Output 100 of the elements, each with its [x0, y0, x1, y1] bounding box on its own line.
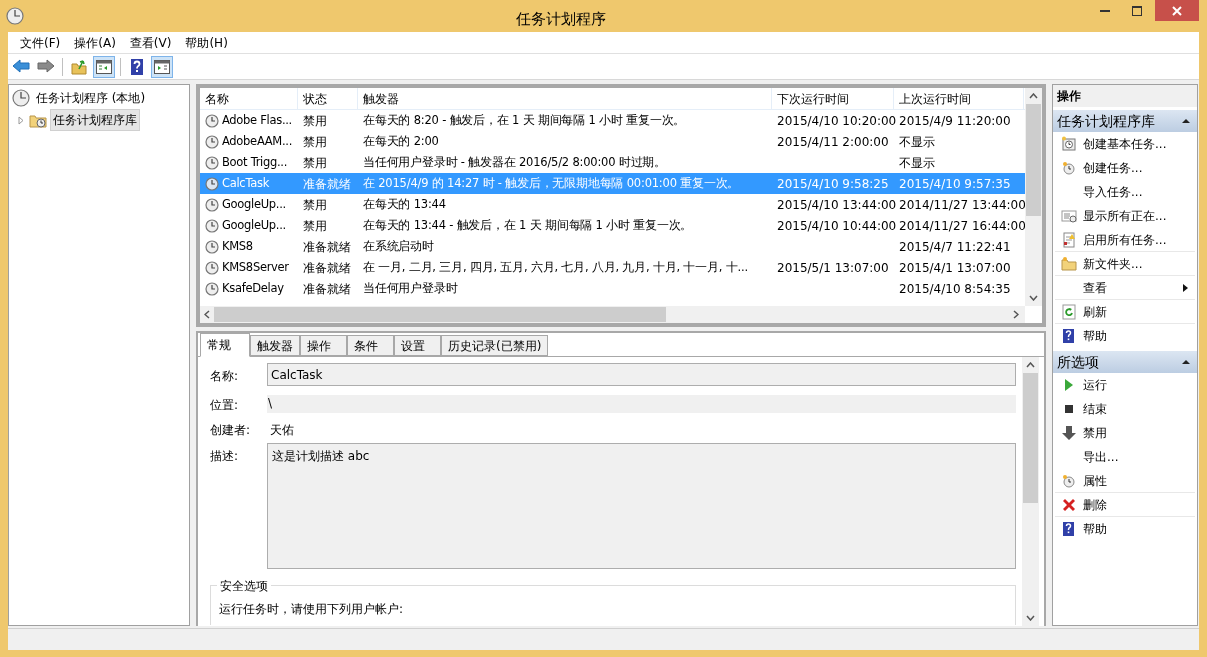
action-item[interactable]: 显示所有正在... [1055, 204, 1195, 228]
close-button[interactable] [1155, 0, 1199, 21]
name-field[interactable]: CalcTask [267, 363, 1016, 386]
action-label: 新文件夹... [1083, 255, 1144, 273]
close-icon [1172, 5, 1182, 16]
action-item[interactable]: 刷新 [1055, 300, 1195, 324]
table-cell-text: 准备就绪 [303, 259, 351, 277]
scroll-right-icon [1013, 310, 1019, 319]
task-row[interactable]: KMS8Server 准备就绪 在 一月, 二月, 三月, 四月, 五月, 六月, 七月, 八月, 九月, 十月, 十一月, 十... 2015/5/1 13:07:00 2015/4/1 13:07:00 [200, 257, 1025, 278]
column-header[interactable]: 触发器 [358, 88, 772, 109]
tab[interactable]: 触发器 [250, 335, 300, 356]
scrollbar-thumb[interactable] [1023, 373, 1038, 503]
refresh-icon [1061, 303, 1077, 320]
submenu-arrow-icon [1182, 282, 1189, 293]
tab[interactable]: 设置 [394, 335, 441, 356]
table-cell-text: 在每天的 2:00 [363, 132, 439, 150]
action-label: 创建任务... [1083, 160, 1144, 177]
action-item[interactable]: 属性 [1055, 469, 1195, 493]
toolbar-button[interactable] [93, 55, 115, 78]
action-item[interactable]: 创建基本任务... [1055, 132, 1195, 156]
action-item[interactable]: 创建任务... [1055, 156, 1195, 180]
scrollbar-thumb[interactable] [214, 307, 666, 322]
action-item[interactable]: 启用所有任务... [1055, 228, 1195, 252]
app-clock-icon [6, 7, 24, 25]
action-label: 启用所有任务... [1083, 231, 1168, 249]
scrollbar-thumb[interactable] [1026, 104, 1041, 216]
action-item[interactable]: 新文件夹... [1055, 252, 1195, 276]
vertical-scrollbar[interactable] [1025, 88, 1042, 306]
column-header[interactable]: 状态 [298, 88, 358, 109]
action-item[interactable]: 帮助 [1055, 324, 1195, 348]
table-cell-text: 在 2015/4/9 的 14:27 时 - 触发后，无限期地每隔 00:01:00 重复一次。 [363, 174, 740, 192]
task-row[interactable]: Boot Trigg... 禁用 当任何用户登录时 - 触发器在 2016/5/2 8:00:00 时过期。 不显示 [200, 152, 1025, 173]
toolbar-button[interactable] [151, 55, 173, 78]
tree-item[interactable]: 任务计划程序 (本地) [33, 87, 149, 109]
column-header[interactable]: 下次运行时间 [772, 88, 894, 109]
help-icon [1061, 521, 1077, 537]
scroll-up-icon [1026, 362, 1035, 368]
clock-icon [12, 89, 30, 107]
forward-arrow-icon [37, 57, 55, 76]
clock-icon [205, 113, 219, 128]
table-cell-text: 当任何用户登录时 - 触发器在 2016/5/2 8:00:00 时过期。 [363, 153, 666, 171]
table-cell-text: AdobeAAM... [222, 132, 293, 150]
task-row[interactable]: KMS8 准备就绪 在系统启动时 2015/4/7 11:22:41 [200, 236, 1025, 257]
menu-item[interactable]: 操作(A) [68, 31, 122, 54]
menu-item[interactable]: 帮助(H) [179, 31, 234, 54]
tree-item[interactable]: 任务计划程序库 [50, 109, 140, 131]
table-cell-text: 2015/4/10 9:57:35 [899, 175, 1011, 193]
task-row[interactable]: GoogleUp... 禁用 在每天的 13:44 - 触发后，在 1 天 期间每隔 1 小时 重复一次。 2015/4/10 10:44:00 2014/11/27 16:44:00 [200, 215, 1025, 236]
delete-icon [1061, 496, 1077, 513]
table-cell-text: 禁用 [303, 112, 327, 130]
action-label: 创建基本任务... [1083, 136, 1168, 153]
table-cell-text: 2014/11/27 16:44:00 [899, 217, 1026, 235]
section-header[interactable]: 所选项 [1053, 351, 1197, 373]
description-field[interactable]: 这是计划描述 abc [267, 443, 1016, 569]
panel-toggle-icon [95, 57, 113, 76]
action-item[interactable]: 结束 [1055, 397, 1195, 421]
action-item[interactable]: 查看 [1055, 276, 1195, 300]
table-cell-text: 2015/4/11 2:00:00 [777, 133, 889, 151]
table-cell-text: 准备就绪 [303, 175, 351, 193]
table-cell-text: KMS8Server [222, 258, 289, 276]
column-header[interactable]: 上次运行时间 [894, 88, 1024, 109]
folder-up-icon [70, 57, 88, 76]
action-item[interactable]: 删除 [1055, 493, 1195, 517]
tab[interactable]: 历史记录(已禁用) [441, 335, 549, 356]
table-cell-text: 禁用 [303, 217, 327, 235]
action-item[interactable]: 运行 [1055, 373, 1195, 397]
tab[interactable]: 条件 [347, 335, 394, 356]
horizontal-scrollbar[interactable] [200, 306, 1025, 323]
menu-item[interactable]: 文件(F) [14, 31, 67, 54]
tab[interactable]: 操作 [300, 335, 347, 356]
action-label: 属性 [1083, 472, 1108, 490]
clock-icon [205, 218, 219, 233]
security-text: 运行任务时，请使用下列用户帐户: [219, 601, 405, 618]
clock-icon [205, 155, 219, 170]
group-title: 安全选项 [217, 577, 271, 595]
table-cell-text: KMS8 [222, 237, 253, 255]
task-row[interactable]: GoogleUp... 禁用 在每天的 13:44 2015/4/10 13:44:00 2014/11/27 13:44:00 [200, 194, 1025, 215]
table-cell-text: 不显示 [899, 133, 935, 151]
table-cell-text: 准备就绪 [303, 238, 351, 256]
column-header[interactable]: 名称 [200, 88, 298, 109]
down-arrow-icon [1061, 425, 1077, 441]
section-title: 任务计划程序库 [1057, 111, 1155, 131]
section-header[interactable]: 任务计划程序库 [1053, 110, 1197, 132]
task-row[interactable]: KsafeDelay 准备就绪 当任何用户登录时 2015/4/10 8:54:35 [200, 278, 1025, 299]
action-item[interactable]: 导出... [1055, 445, 1195, 469]
task-row[interactable]: AdobeAAM... 禁用 在每天的 2:00 2015/4/11 2:00:00 不显示 [200, 131, 1025, 152]
action-item[interactable]: 禁用 [1055, 421, 1195, 445]
task-row[interactable]: Adobe Flas... 禁用 在每天的 8:20 - 触发后，在 1 天 期间每隔 1 小时 重复一次。 2015/4/10 10:20:00 2015/4/9 11:20:00 [200, 110, 1025, 131]
table-cell-text: 2015/4/7 11:22:41 [899, 238, 1011, 256]
action-item[interactable]: 帮助 [1055, 517, 1195, 541]
action-label: 显示所有正在... [1083, 208, 1168, 225]
table-cell-text: 2015/4/9 11:20:00 [899, 112, 1011, 130]
table-cell-text: Adobe Flas... [222, 111, 292, 129]
action-item[interactable]: 导入任务... [1055, 180, 1195, 204]
menu-item[interactable]: 查看(V) [123, 31, 178, 54]
tab[interactable]: 常规 [200, 333, 250, 357]
table-cell-text: 在 一月, 二月, 三月, 四月, 五月, 六月, 七月, 八月, 九月, 十月, 十一月, 十... [363, 258, 748, 276]
field-label: 描述: [210, 448, 240, 465]
minimize-icon [1100, 9, 1110, 12]
vertical-scrollbar[interactable] [1022, 357, 1039, 626]
